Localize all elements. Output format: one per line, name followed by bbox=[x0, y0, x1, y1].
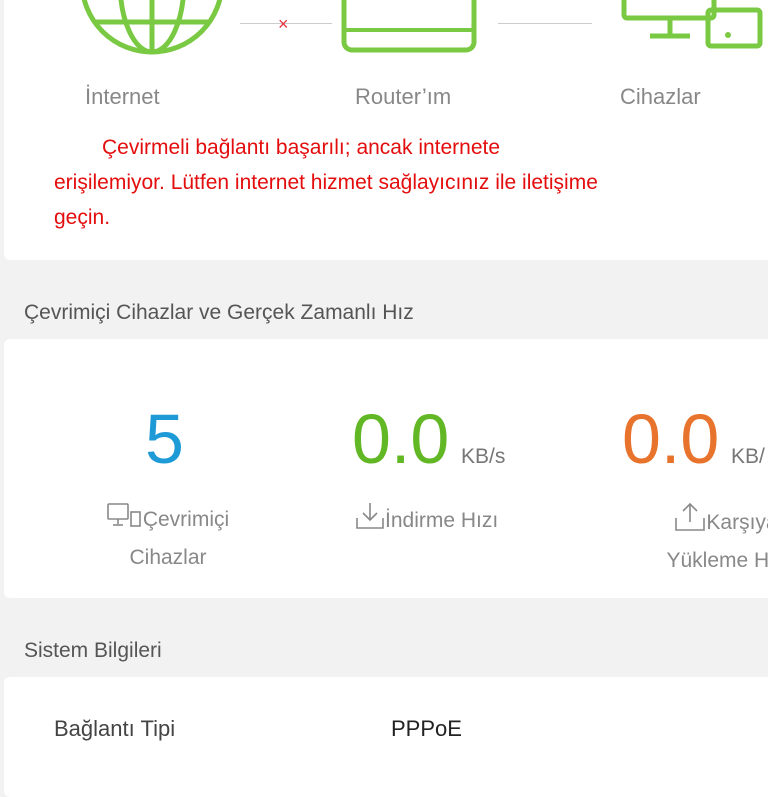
upload-speed-label-line2: Yükleme Hız bbox=[666, 549, 768, 572]
connection-type-label: Bağlantı Tipi bbox=[54, 716, 176, 741]
upload-speed-unit: KB/ bbox=[731, 445, 765, 468]
download-icon bbox=[355, 502, 385, 541]
online-devices-label-line2: Cihazlar bbox=[129, 546, 207, 569]
router-icon[interactable] bbox=[340, 0, 480, 56]
connection-line-devices bbox=[498, 23, 592, 24]
online-devices-count[interactable]: 5 bbox=[145, 404, 184, 474]
node-label-router: Router’ım bbox=[355, 84, 452, 109]
download-speed-label-text: İndirme Hızı bbox=[385, 509, 499, 532]
node-label-devices: Cihazlar bbox=[620, 84, 701, 109]
online-section-title: Çevrimiçi Cihazlar ve Gerçek Zamanlı Hız bbox=[24, 301, 414, 324]
monitor-icon bbox=[107, 503, 143, 540]
globe-icon[interactable] bbox=[80, 0, 225, 60]
connection-type-value: PPPoE bbox=[391, 716, 462, 741]
system-info-title: Sistem Bilgileri bbox=[24, 639, 162, 662]
connection-error-message: Çevirmeli bağlantı başarılı; ancak inter… bbox=[54, 136, 598, 229]
upload-speed-value: 0.0 bbox=[622, 400, 720, 478]
upload-icon bbox=[674, 502, 706, 543]
download-speed-label: İndirme Hızı bbox=[355, 502, 498, 541]
upload-speed-label: Karşıya Yükleme Hız bbox=[636, 502, 768, 578]
node-label-internet: İnternet bbox=[85, 84, 160, 109]
download-speed-value: 0.0 bbox=[352, 400, 450, 478]
disconnected-x-icon: × bbox=[278, 14, 289, 34]
upload-speed-label-line1: Karşıya bbox=[706, 511, 768, 534]
online-devices-label[interactable]: Çevrimiçi Cihazlar bbox=[98, 502, 238, 575]
download-speed-unit: KB/s bbox=[461, 445, 506, 468]
devices-icon[interactable] bbox=[620, 0, 768, 50]
online-devices-label-line1: Çevrimiçi bbox=[142, 508, 230, 531]
